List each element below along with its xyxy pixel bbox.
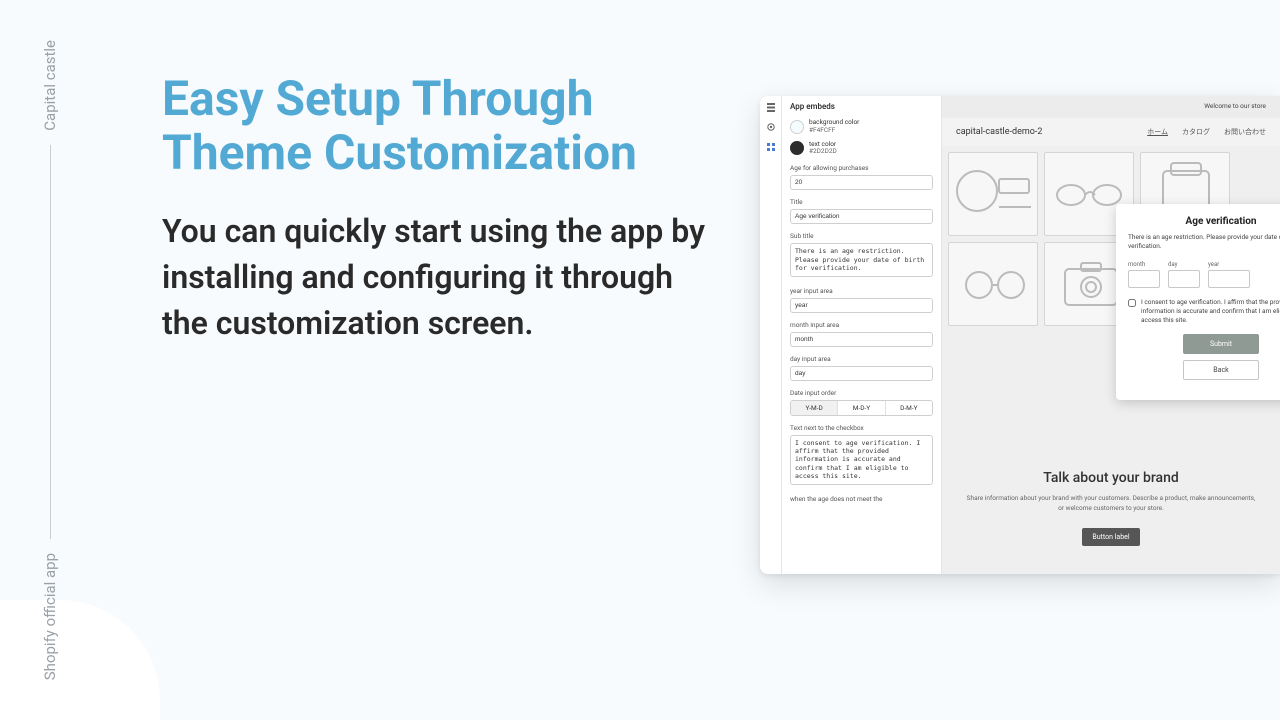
- bgcolor-row[interactable]: background color #F4FCFF: [790, 119, 933, 135]
- promo-heading: Easy Setup Through Theme Customization: [162, 72, 722, 180]
- order-ymd[interactable]: Y-M-D: [791, 401, 838, 415]
- subtitle-input[interactable]: There is an age restriction. Please prov…: [790, 243, 933, 276]
- age-input[interactable]: [790, 175, 933, 190]
- apps-icon[interactable]: [766, 142, 776, 152]
- store-name: capital-castle-demo-2: [956, 127, 1042, 137]
- brand-footer: Talk about your brand Share information …: [942, 456, 1280, 574]
- order-mdy[interactable]: M-D-Y: [838, 401, 885, 415]
- day-field-label: day input area: [790, 355, 933, 363]
- date-order-segmented[interactable]: Y-M-D M-D-Y D-M-Y: [790, 400, 933, 416]
- dob-inputs: month day year: [1128, 261, 1280, 288]
- product-tile: [948, 242, 1038, 326]
- panel-title: App embeds: [790, 102, 933, 111]
- nav-contact[interactable]: お問い合わせ: [1224, 127, 1266, 137]
- title-field-label: Title: [790, 198, 933, 206]
- age-verification-modal: Age verification There is an age restric…: [1116, 204, 1280, 400]
- footer-heading: Talk about your brand: [942, 470, 1280, 486]
- app-screenshot: App embeds background color #F4FCFF text…: [760, 96, 1280, 574]
- modal-title: Age verification: [1128, 216, 1280, 227]
- nav-catalog[interactable]: カタログ: [1182, 127, 1210, 137]
- dob-month-input[interactable]: [1128, 270, 1160, 288]
- product-tile: [948, 152, 1038, 236]
- dob-year-label: year: [1208, 261, 1250, 268]
- footer-cta[interactable]: Button label: [1082, 528, 1139, 546]
- nav-home[interactable]: ホーム: [1147, 127, 1168, 137]
- textcolor-hex: #2D2D2D: [809, 148, 837, 156]
- dob-month-label: month: [1128, 261, 1160, 268]
- bgcolor-hex: #F4FCFF: [809, 127, 859, 135]
- year-input[interactable]: [790, 298, 933, 313]
- announcement-bar: Welcome to our store: [1204, 102, 1266, 110]
- day-input[interactable]: [790, 366, 933, 381]
- checkbox-text-input[interactable]: I consent to age verification. I affirm …: [790, 435, 933, 485]
- back-button[interactable]: Back: [1183, 360, 1259, 380]
- submit-button[interactable]: Submit: [1183, 334, 1259, 354]
- age-label: Age for allowing purchases: [790, 164, 933, 172]
- consent-checkbox[interactable]: [1128, 299, 1136, 307]
- title-input[interactable]: [790, 209, 933, 224]
- subtitle-field-label: Sub title: [790, 232, 933, 240]
- bgcolor-swatch[interactable]: [790, 120, 804, 134]
- textcolor-swatch[interactable]: [790, 141, 804, 155]
- settings-icon[interactable]: [766, 122, 776, 132]
- store-preview: Welcome to our store capital-castle-demo…: [942, 96, 1280, 574]
- editor-icon-rail: [760, 96, 782, 574]
- promo-copy: Easy Setup Through Theme Customization Y…: [162, 72, 722, 347]
- store-header: capital-castle-demo-2 ホーム カタログ お問い合わせ: [942, 118, 1280, 146]
- order-label: Date input order: [790, 389, 933, 397]
- month-field-label: month input area: [790, 321, 933, 329]
- order-dmy[interactable]: D-M-Y: [886, 401, 932, 415]
- dob-day-input[interactable]: [1168, 270, 1200, 288]
- modal-subtitle: There is an age restriction. Please prov…: [1128, 233, 1280, 251]
- sections-icon[interactable]: [766, 102, 776, 112]
- promo-body: You can quickly start using the app by i…: [162, 208, 722, 347]
- textcolor-row[interactable]: text color #2D2D2D: [790, 141, 933, 157]
- rail-divider: [50, 145, 51, 539]
- side-rail: Capital castle Shopify official app: [30, 40, 70, 680]
- rail-text-top: Capital castle: [41, 40, 59, 131]
- consent-row[interactable]: I consent to age verification. I affirm …: [1128, 298, 1280, 324]
- rail-text-bottom: Shopify official app: [41, 553, 59, 680]
- dob-day-label: day: [1168, 261, 1200, 268]
- checkbox-text-label: Text next to the checkbox: [790, 424, 933, 432]
- month-input[interactable]: [790, 332, 933, 347]
- settings-panel: App embeds background color #F4FCFF text…: [782, 96, 942, 574]
- truncated-label: when the age does not meet the: [790, 495, 933, 503]
- corner-decoration: [0, 600, 160, 720]
- consent-text: I consent to age verification. I affirm …: [1141, 298, 1280, 324]
- dob-year-input[interactable]: [1208, 270, 1250, 288]
- footer-body: Share information about your brand with …: [942, 494, 1280, 514]
- year-field-label: year input area: [790, 287, 933, 295]
